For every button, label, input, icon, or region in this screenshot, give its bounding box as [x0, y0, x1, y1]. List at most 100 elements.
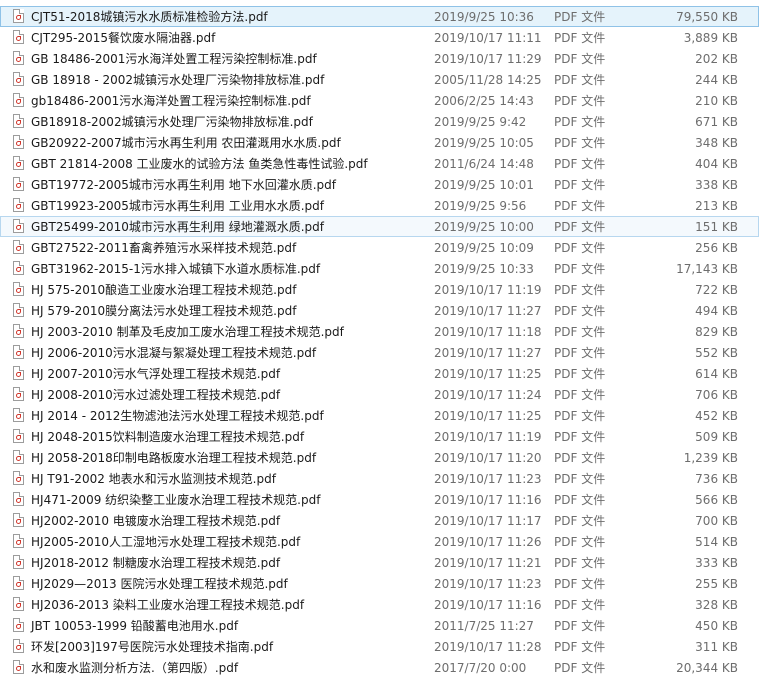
pdf-file-icon	[13, 555, 24, 569]
file-size: 514 KB	[695, 535, 738, 549]
file-date-modified: 2019/10/17 11:27	[434, 304, 542, 318]
file-name: HJ 2008-2010污水过滤处理工程技术规范.pdf	[31, 388, 281, 402]
file-row[interactable]: HJ2002-2010 电镀废水治理工程技术规范.pdf 2019/10/17 1…	[0, 510, 759, 531]
file-type: PDF 文件	[554, 283, 606, 297]
pdf-logo-mark	[16, 561, 21, 566]
pdf-logo-mark	[16, 99, 21, 104]
file-row[interactable]: HJ 579-2010膜分离法污水处理工程技术规范.pdf 2019/10/17 …	[0, 300, 759, 321]
pdf-logo-mark	[16, 141, 21, 146]
pdf-logo-mark	[16, 351, 21, 356]
file-row[interactable]: HJ 2058-2018印制电路板废水治理工程技术规范.pdf 2019/10/1…	[0, 447, 759, 468]
pdf-file-icon	[13, 9, 24, 23]
file-name: GBT31962-2015-1污水排入城镇下水道水质标准.pdf	[31, 262, 321, 276]
file-date-modified: 2019/10/17 11:21	[434, 556, 542, 570]
pdf-logo-mark	[16, 120, 21, 125]
file-date-modified: 2019/10/17 11:23	[434, 577, 542, 591]
file-type: PDF 文件	[554, 535, 606, 549]
file-row[interactable]: 环发[2003]197号医院污水处理技术指南.pdf 2019/10/17 11:…	[0, 636, 759, 657]
file-type: PDF 文件	[554, 136, 606, 150]
file-row[interactable]: GBT25499-2010城市污水再生利用 绿地灌溉水质.pdf 2019/9/2…	[0, 216, 759, 237]
file-date-modified: 2017/7/20 0:00	[434, 661, 527, 675]
file-date-modified: 2006/2/25 14:43	[434, 94, 534, 108]
file-row[interactable]: HJ 2008-2010污水过滤处理工程技术规范.pdf 2019/10/17 1…	[0, 384, 759, 405]
file-row[interactable]: GB 18486-2001污水海洋处置工程污染控制标准.pdf 2019/10/1…	[0, 48, 759, 69]
file-date-modified: 2019/9/25 9:42	[434, 115, 527, 129]
file-date-modified: 2019/10/17 11:20	[434, 451, 542, 465]
file-row[interactable]: HJ 2003-2010 制革及毛皮加工废水治理工程技术规范.pdf 2019/1…	[0, 321, 759, 342]
pdf-logo-mark	[16, 582, 21, 587]
file-row[interactable]: HJ 2006-2010污水混凝与絮凝处理工程技术规范.pdf 2019/10/1…	[0, 342, 759, 363]
pdf-logo-mark	[16, 57, 21, 62]
file-row[interactable]: GB18918-2002城镇污水处理厂污染物排放标准.pdf 2019/9/25 …	[0, 111, 759, 132]
pdf-file-icon	[13, 156, 24, 170]
file-type: PDF 文件	[554, 199, 606, 213]
file-size: 450 KB	[695, 619, 738, 633]
file-row[interactable]: HJ 2048-2015饮料制造废水治理工程技术规范.pdf 2019/10/17…	[0, 426, 759, 447]
file-row[interactable]: 水和废水监测分析方法.（第四版）.pdf 2017/7/20 0:00 PDF 文件…	[0, 657, 759, 678]
file-row[interactable]: HJ471-2009 纺织染整工业废水治理工程技术规范.pdf 2019/10/1…	[0, 489, 759, 510]
pdf-file-icon	[13, 72, 24, 86]
file-row[interactable]: JBT 10053-1999 铅酸蓄电池用水.pdf 2011/7/25 11:2…	[0, 615, 759, 636]
file-date-modified: 2019/10/17 11:25	[434, 409, 542, 423]
file-date-modified: 2019/10/17 11:16	[434, 598, 542, 612]
file-row[interactable]: CJT51-2018城镇污水水质标准检验方法.pdf 2019/9/25 10:3…	[0, 6, 759, 27]
file-row[interactable]: GBT19923-2005城市污水再生利用 工业用水水质.pdf 2019/9/2…	[0, 195, 759, 216]
file-type: PDF 文件	[554, 346, 606, 360]
file-name: HJ2018-2012 制糖废水治理工程技术规范.pdf	[31, 556, 281, 570]
file-name: HJ 579-2010膜分离法污水处理工程技术规范.pdf	[31, 304, 297, 318]
file-name: JBT 10053-1999 铅酸蓄电池用水.pdf	[31, 619, 239, 633]
file-date-modified: 2019/10/17 11:19	[434, 283, 542, 297]
file-name: GB20922-2007城市污水再生利用 农田灌溉用水水质.pdf	[31, 136, 341, 150]
file-type: PDF 文件	[554, 304, 606, 318]
file-row[interactable]: GBT 21814-2008 工业废水的试验方法 鱼类急性毒性试验.pdf 201…	[0, 153, 759, 174]
file-date-modified: 2019/9/25 10:05	[434, 136, 534, 150]
file-name: GBT27522-2011畜禽养殖污水采样技术规范.pdf	[31, 241, 297, 255]
file-row[interactable]: HJ 2007-2010污水气浮处理工程技术规范.pdf 2019/10/17 1…	[0, 363, 759, 384]
file-row[interactable]: HJ2036-2013 染料工业废水治理工程技术规范.pdf 2019/10/17…	[0, 594, 759, 615]
pdf-file-icon	[13, 30, 24, 44]
pdf-logo-mark	[16, 204, 21, 209]
file-row[interactable]: gb18486-2001污水海洋处置工程污染控制标准.pdf 2006/2/25 …	[0, 90, 759, 111]
file-name: CJT51-2018城镇污水水质标准检验方法.pdf	[31, 10, 268, 24]
file-type: PDF 文件	[554, 388, 606, 402]
pdf-logo-mark	[16, 645, 21, 650]
pdf-file-icon	[13, 450, 24, 464]
file-row[interactable]: GBT19772-2005城市污水再生利用 地下水回灌水质.pdf 2019/9/…	[0, 174, 759, 195]
file-row[interactable]: HJ2029—2013 医院污水处理工程技术规范.pdf 2019/10/17 1…	[0, 573, 759, 594]
pdf-file-icon	[13, 534, 24, 548]
file-row[interactable]: HJ T91-2002 地表水和污水监测技术规范.pdf 2019/10/17 1…	[0, 468, 759, 489]
file-row[interactable]: HJ2005-2010人工湿地污水处理工程技术规范.pdf 2019/10/17 …	[0, 531, 759, 552]
file-date-modified: 2019/9/25 10:36	[434, 10, 534, 24]
file-date-modified: 2019/9/25 10:00	[434, 220, 534, 234]
file-date-modified: 2019/10/17 11:18	[434, 325, 542, 339]
file-type: PDF 文件	[554, 178, 606, 192]
file-size: 552 KB	[695, 346, 738, 360]
file-size: 79,550 KB	[676, 10, 738, 24]
file-name: HJ2029—2013 医院污水处理工程技术规范.pdf	[31, 577, 288, 591]
file-row[interactable]: GBT27522-2011畜禽养殖污水采样技术规范.pdf 2019/9/25 1…	[0, 237, 759, 258]
file-row[interactable]: HJ2018-2012 制糖废水治理工程技术规范.pdf 2019/10/17 1…	[0, 552, 759, 573]
pdf-file-icon	[13, 282, 24, 296]
file-row[interactable]: GB20922-2007城市污水再生利用 农田灌溉用水水质.pdf 2019/9/…	[0, 132, 759, 153]
file-date-modified: 2019/10/17 11:24	[434, 388, 542, 402]
pdf-file-icon	[13, 93, 24, 107]
file-date-modified: 2011/6/24 14:48	[434, 157, 534, 171]
pdf-logo-mark	[16, 15, 21, 20]
file-type: PDF 文件	[554, 10, 606, 24]
file-row[interactable]: GBT31962-2015-1污水排入城镇下水道水质标准.pdf 2019/9/2…	[0, 258, 759, 279]
pdf-logo-mark	[16, 477, 21, 482]
pdf-logo-mark	[16, 540, 21, 545]
pdf-logo-mark	[16, 603, 21, 608]
file-type: PDF 文件	[554, 367, 606, 381]
file-name: GBT25499-2010城市污水再生利用 绿地灌溉水质.pdf	[31, 220, 324, 234]
file-name: gb18486-2001污水海洋处置工程污染控制标准.pdf	[31, 94, 311, 108]
pdf-logo-mark	[16, 435, 21, 440]
file-row[interactable]: GB 18918 - 2002城镇污水处理厂污染物排放标准.pdf 2005/11…	[0, 69, 759, 90]
file-row[interactable]: CJT295-2015餐饮废水隔油器.pdf 2019/10/17 11:11 PD…	[0, 27, 759, 48]
pdf-file-icon	[13, 345, 24, 359]
file-size: 509 KB	[695, 430, 738, 444]
file-row[interactable]: HJ 2014 - 2012生物滤池法污水处理工程技术规范.pdf 2019/10…	[0, 405, 759, 426]
file-type: PDF 文件	[554, 493, 606, 507]
file-name: 环发[2003]197号医院污水处理技术指南.pdf	[31, 640, 274, 654]
file-row[interactable]: HJ 575-2010酿造工业废水治理工程技术规范.pdf 2019/10/17 …	[0, 279, 759, 300]
